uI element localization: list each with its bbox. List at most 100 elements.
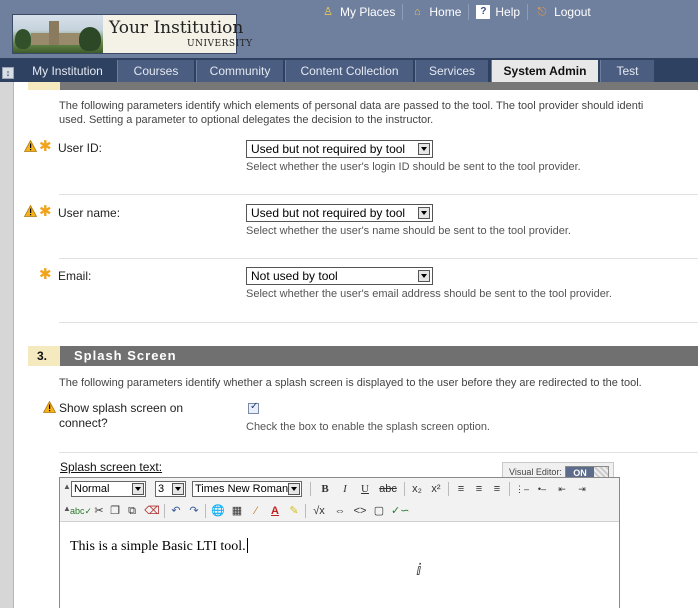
visual-editor-label: Visual Editor:	[509, 467, 562, 477]
bold-icon[interactable]: B	[317, 481, 333, 497]
collapse-toolbar-icon[interactable]: ▲	[63, 482, 71, 491]
align-right-icon[interactable]: ≡	[489, 481, 505, 497]
copy-icon[interactable]: ❐	[108, 503, 122, 519]
toolbar-separator	[404, 482, 405, 496]
indent-icon[interactable]: ⇥	[573, 481, 591, 497]
user-id-help: Select whether the user's login ID shoul…	[246, 161, 581, 173]
required-star-icon: ✱	[39, 203, 52, 220]
editor-content[interactable]: This is a simple Basic LTI tool.	[70, 538, 248, 555]
spellcheck-icon[interactable]: abc✓	[70, 503, 92, 519]
text-caret	[246, 538, 248, 553]
user-name-label: User name:	[58, 206, 121, 220]
size-value: 3	[158, 483, 165, 495]
font-color-icon[interactable]: A	[267, 503, 283, 519]
mashup-icon[interactable]: ⇔	[331, 503, 349, 519]
line-icon[interactable]: ∕	[248, 503, 264, 519]
clear-format-icon[interactable]: ⌫	[144, 503, 160, 519]
tab-community[interactable]: Community	[196, 60, 283, 82]
top-links: ♙ My Places ⌂ Home ? Help ⎋ Logout	[314, 4, 598, 20]
math-icon[interactable]: √x	[310, 503, 328, 519]
logout-label: Logout	[554, 5, 591, 19]
show-splash-checkbox[interactable]	[248, 401, 259, 414]
main-content: The following parameters identify which …	[14, 82, 698, 608]
logout-link[interactable]: ⎋ Logout	[528, 4, 598, 20]
splash-description: The following parameters identify whethe…	[59, 377, 642, 389]
person-icon: ♙	[323, 6, 333, 18]
email-label: Email:	[58, 269, 92, 283]
required-star-icon: ✱	[39, 266, 52, 283]
link-icon[interactable]: 🌐	[210, 503, 226, 519]
user-id-label: User ID:	[58, 141, 103, 155]
subscript-icon[interactable]: x₂	[409, 481, 425, 497]
campus-image	[13, 15, 103, 53]
row-divider	[59, 258, 698, 259]
show-splash-label: Show splash screen on	[59, 401, 184, 415]
superscript-icon[interactable]: x²	[428, 481, 444, 497]
row-divider	[59, 322, 698, 323]
paste-icon[interactable]: ⧉	[125, 503, 139, 519]
format-select[interactable]: Normal	[71, 481, 146, 497]
splash-text-label: Splash screen text:	[60, 460, 163, 474]
row-divider	[59, 452, 698, 453]
editor-toolbar-2: ▲ abc✓ ✂ ❐ ⧉ ⌫ ↶ ↷ 🌐 ▦ ∕ A ✎ √x ⇔ <> ▢ ✓…	[60, 500, 619, 522]
row-divider	[59, 194, 698, 195]
tab-content-collection[interactable]: Content Collection	[285, 60, 413, 82]
html-icon[interactable]: <>	[352, 503, 368, 519]
left-collapse-strip[interactable]	[0, 82, 14, 608]
bullet-list-icon[interactable]: •–	[533, 481, 551, 497]
toolbar-separator	[509, 482, 510, 496]
font-value: Times New Roman	[195, 483, 289, 495]
toolbar-separator	[448, 482, 449, 496]
email-help: Select whether the user's email address …	[246, 288, 612, 300]
chevron-down-icon	[418, 270, 430, 282]
help-link[interactable]: ? Help	[469, 4, 529, 20]
menu-toggle-icon[interactable]: ↕	[2, 67, 14, 79]
logo-subtitle: UNIVERSITY	[187, 39, 253, 49]
toolbar-separator	[205, 504, 206, 518]
personal-data-description: The following parameters identify which …	[59, 100, 644, 112]
splash-text-editor[interactable]: ▲ Normal 3 Times New Roman B I U abc x₂ …	[59, 477, 620, 608]
email-select[interactable]: Not used by tool	[246, 267, 433, 285]
font-select[interactable]: Times New Roman	[192, 481, 302, 497]
home-icon: ⌂	[414, 6, 421, 18]
size-select[interactable]: 3	[155, 481, 186, 497]
show-splash-help: Check the box to enable the splash scree…	[246, 421, 490, 433]
warning-icon	[43, 401, 56, 413]
accessibility-check-icon[interactable]: ✓∽	[391, 503, 409, 519]
show-splash-label-2: connect?	[59, 416, 108, 430]
outdent-icon[interactable]: ⇤	[553, 481, 571, 497]
home-link[interactable]: ⌂ Home	[403, 4, 470, 20]
user-name-help: Select whether the user's name should be…	[246, 225, 571, 237]
redo-icon[interactable]: ↷	[187, 503, 201, 519]
user-name-select[interactable]: Used but not required by tool	[246, 204, 433, 222]
toolbar-separator	[164, 504, 165, 518]
user-id-select[interactable]: Used but not required by tool	[246, 140, 433, 158]
tab-courses[interactable]: Courses	[117, 60, 194, 82]
toolbar-separator	[310, 482, 311, 496]
underline-icon[interactable]: U	[357, 481, 373, 497]
preview-icon[interactable]: ▢	[371, 503, 387, 519]
my-places-link[interactable]: ♙ My Places	[314, 4, 404, 20]
table-icon[interactable]: ▦	[229, 503, 245, 519]
my-places-label: My Places	[340, 5, 396, 19]
section-header-partial	[28, 82, 698, 90]
tab-my-institution[interactable]: My Institution	[22, 60, 113, 82]
toolbar-separator	[305, 504, 306, 518]
tab-test[interactable]: Test	[600, 60, 654, 82]
align-center-icon[interactable]: ≡	[471, 481, 487, 497]
personal-data-description-2: used. Setting a parameter to optional de…	[59, 114, 434, 126]
numbered-list-icon[interactable]: ⋮–	[513, 481, 531, 497]
institution-logo[interactable]: Your Institution UNIVERSITY	[12, 14, 252, 54]
align-left-icon[interactable]: ≡	[453, 481, 469, 497]
cut-icon[interactable]: ✂	[92, 503, 106, 519]
italic-icon[interactable]: I	[337, 481, 353, 497]
tab-system-admin[interactable]: System Admin	[491, 60, 598, 82]
highlight-icon[interactable]: ✎	[286, 503, 302, 519]
strikethrough-icon[interactable]: abc	[376, 481, 400, 497]
section-number: 3.	[28, 346, 60, 366]
tab-services[interactable]: Services	[415, 60, 488, 82]
required-star-icon: ✱	[39, 138, 52, 155]
undo-icon[interactable]: ↶	[169, 503, 183, 519]
chevron-down-icon	[132, 483, 144, 495]
chevron-down-icon	[418, 143, 430, 155]
